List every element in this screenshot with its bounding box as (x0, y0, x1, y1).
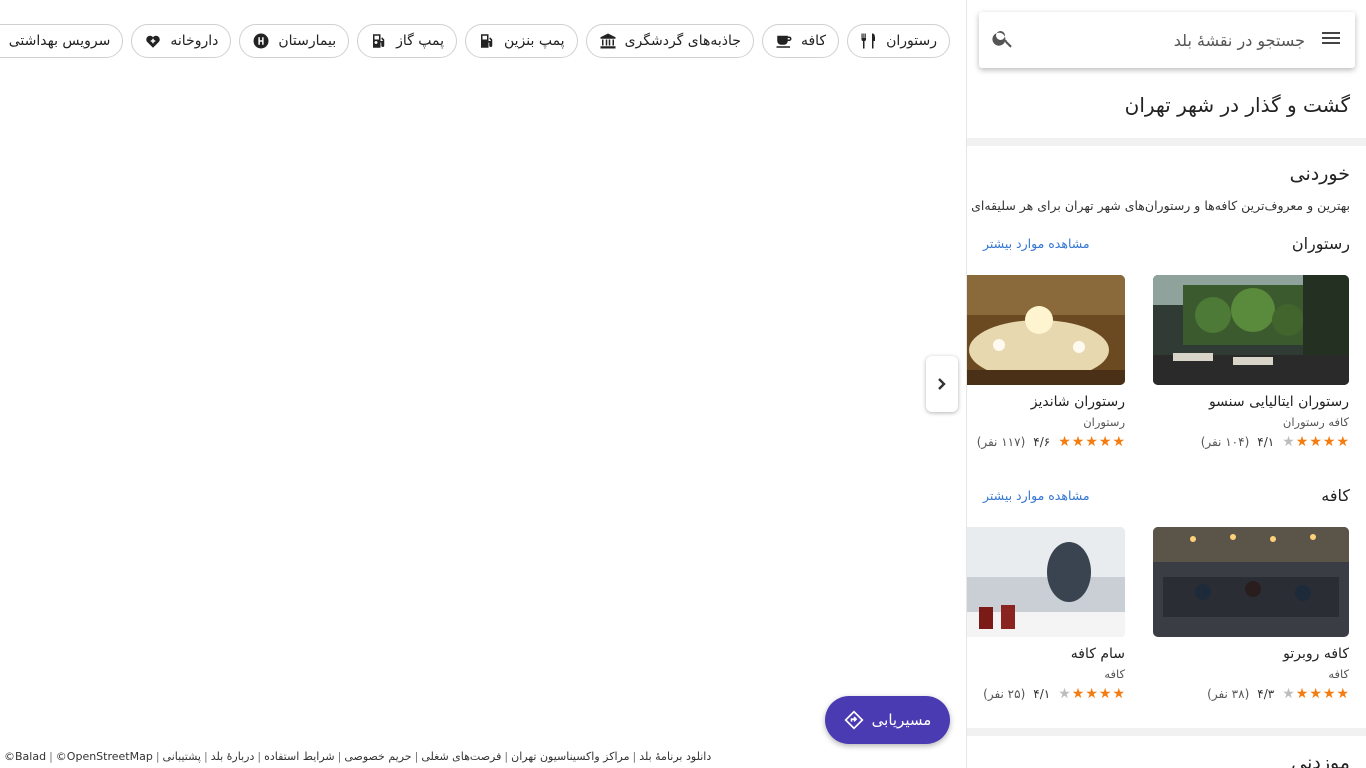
panel-title: گشت و گذار در شهر تهران (1124, 93, 1350, 117)
chip-restroom[interactable]: سرویس بهداشتی (0, 24, 124, 58)
map-footer: ©Balad | ©OpenStreetMap | پشتیبانی | درباره… (4, 750, 712, 763)
star-filled-icon: ★ (1309, 686, 1322, 702)
place-type: رستوران (1083, 415, 1125, 429)
star-filled-icon: ★ (1336, 686, 1349, 702)
star-filled-icon: ★ (1295, 434, 1309, 450)
pharmacy-icon (146, 35, 161, 48)
directions-icon (844, 710, 864, 730)
museum-icon (600, 33, 616, 49)
footer-link-privacy[interactable]: حریم خصوصی (344, 750, 411, 763)
search-icon[interactable] (991, 26, 1015, 54)
place-photo (1153, 527, 1349, 637)
star-filled-icon: ★ (1309, 434, 1322, 450)
category-title-cafe: کافه (1321, 486, 1350, 505)
star-filled-icon: ★ (1071, 686, 1085, 702)
chip-restaurant[interactable]: رستوران (847, 24, 950, 58)
rating-stars: ★ ★ ★ ★ ★ (1058, 687, 1125, 701)
star-filled-icon: ★ (1322, 686, 1336, 702)
chip-gas[interactable]: پمپ گاز (357, 24, 457, 58)
footer-link-jobs[interactable]: فرصت‌های شغلی (421, 750, 501, 763)
place-card[interactable]: کافه روبرتو کافه ★ ★ ★ ★ ★ ۴/۳ (۳۸ نفر) (1153, 527, 1349, 701)
rating-score: ۴/۱ (1033, 687, 1051, 701)
section-description: بهترین و معروف‌ترین کافه‌ها و رستوران‌ها… (971, 198, 1350, 213)
place-photo (967, 527, 1125, 637)
category-title-restaurant: رستوران (1291, 234, 1350, 253)
map-canvas[interactable]: رستوران کافه جاذبه‌های گردشگری پمپ بنزین… (0, 0, 966, 768)
place-name: رستوران شاندیز (1030, 394, 1125, 410)
place-type: کافه رستوران (1282, 415, 1349, 429)
place-name: سام کافه (1070, 646, 1125, 662)
divider (967, 728, 1366, 736)
directions-button[interactable]: مسیریابی (825, 696, 950, 744)
next-section-title: موزدنی (1291, 752, 1350, 768)
menu-icon[interactable] (1319, 26, 1343, 54)
chip-pharmacy[interactable]: داروخانه (131, 24, 232, 58)
chip-hospital[interactable]: بیمارستان (239, 24, 350, 58)
place-photo (967, 275, 1125, 385)
star-filled-icon: ★ (1112, 434, 1125, 450)
chip-attractions[interactable]: جاذبه‌های گردشگری (585, 24, 754, 58)
rating-stars: ★ ★ ★ ★ ★ (1282, 435, 1349, 449)
place-photo (1153, 275, 1349, 385)
side-panel: گشت و گذار در شهر تهران خوردنی بهترین و … (966, 0, 1366, 768)
chip-fuel[interactable]: پمپ بنزین (464, 24, 578, 58)
rating-score: ۴/۶ (1033, 435, 1051, 449)
rating-stars: ★ ★ ★ ★ ★ (1282, 687, 1349, 701)
category-chips: رستوران کافه جاذبه‌های گردشگری پمپ بنزین… (0, 24, 950, 58)
footer-link-osm[interactable]: ©OpenStreetMap (56, 750, 153, 763)
place-card[interactable]: رستوران شاندیز رستوران ★ ★ ★ ★ ★ ۴/۶ (۱۱۷ نف… (967, 275, 1125, 449)
star-filled-icon: ★ (1085, 434, 1098, 450)
star-filled-icon: ★ (1058, 434, 1071, 450)
star-filled-icon: ★ (1295, 686, 1309, 702)
place-name: رستوران ایتالیایی سنسو (1208, 394, 1349, 410)
star-filled-icon: ★ (1322, 434, 1336, 450)
footer-link-vaccination[interactable]: مراکز واکسیناسیون تهران (511, 750, 629, 763)
star-filled-icon: ★ (1071, 434, 1085, 450)
restroom-icon (0, 32, 1, 50)
star-filled-icon: ★ (1098, 686, 1112, 702)
footer-link-terms[interactable]: شرایط استفاده (264, 750, 335, 763)
gas-pump-icon (373, 34, 385, 48)
footer-link-about[interactable]: دربارهٔ بلد (211, 750, 255, 763)
rating-count: (۱۰۴ نفر) (1200, 435, 1250, 449)
place-card[interactable]: سام کافه کافه ★ ★ ★ ★ ★ ۴/۱ (۲۵ نفر) (967, 527, 1125, 701)
fuel-icon (480, 34, 493, 48)
see-more-cafes-link[interactable]: مشاهده موارد بیشتر (983, 488, 1090, 503)
place-card[interactable]: رستوران ایتالیایی سنسو کافه رستوران ★ ★ ★ ★… (1153, 275, 1349, 449)
place-type: کافه (1104, 667, 1125, 681)
footer-link-download-app[interactable]: دانلود برنامهٔ بلد (639, 750, 711, 763)
chevron-right-icon (938, 378, 946, 390)
place-rating: ★ ★ ★ ★ ★ ۴/۳ (۳۸ نفر) (1153, 687, 1349, 701)
utensils-icon (861, 33, 876, 49)
rating-stars: ★ ★ ★ ★ ★ (1058, 435, 1125, 449)
place-type: کافه (1328, 667, 1349, 681)
footer-link-balad[interactable]: ©Balad (4, 750, 46, 763)
search-input[interactable] (1015, 30, 1319, 50)
star-filled-icon: ★ (1336, 434, 1349, 450)
rating-count: (۱۱۷ نفر) (976, 435, 1026, 449)
chip-cafe[interactable]: کافه (761, 24, 840, 58)
place-name: کافه روبرتو (1283, 646, 1349, 662)
star-filled-icon: ★ (1085, 686, 1098, 702)
see-more-restaurants-link[interactable]: مشاهده موارد بیشتر (983, 236, 1090, 251)
rating-score: ۴/۱ (1257, 435, 1275, 449)
place-rating: ★ ★ ★ ★ ★ ۴/۱ (۲۵ نفر) (967, 687, 1125, 701)
coffee-icon (776, 35, 792, 48)
star-filled-icon: ★ (1112, 686, 1125, 702)
rating-score: ۴/۳ (1257, 687, 1275, 701)
divider (967, 138, 1366, 146)
rating-count: (۲۵ نفر) (983, 687, 1026, 701)
place-rating: ★ ★ ★ ★ ★ ۴/۱ (۱۰۴ نفر) (1153, 435, 1349, 449)
star-empty-icon: ★ (1282, 686, 1295, 702)
star-filled-icon: ★ (1098, 434, 1112, 450)
footer-link-support[interactable]: پشتیبانی (163, 750, 201, 763)
rating-count: (۳۸ نفر) (1207, 687, 1250, 701)
place-rating: ★ ★ ★ ★ ★ ۴/۶ (۱۱۷ نفر) (967, 435, 1125, 449)
section-title: خوردنی (1289, 163, 1350, 185)
star-empty-icon: ★ (1058, 686, 1071, 702)
search-bar (979, 12, 1355, 68)
hospital-icon (253, 33, 269, 49)
expand-panel-button[interactable] (926, 356, 958, 412)
star-empty-icon: ★ (1282, 434, 1295, 450)
